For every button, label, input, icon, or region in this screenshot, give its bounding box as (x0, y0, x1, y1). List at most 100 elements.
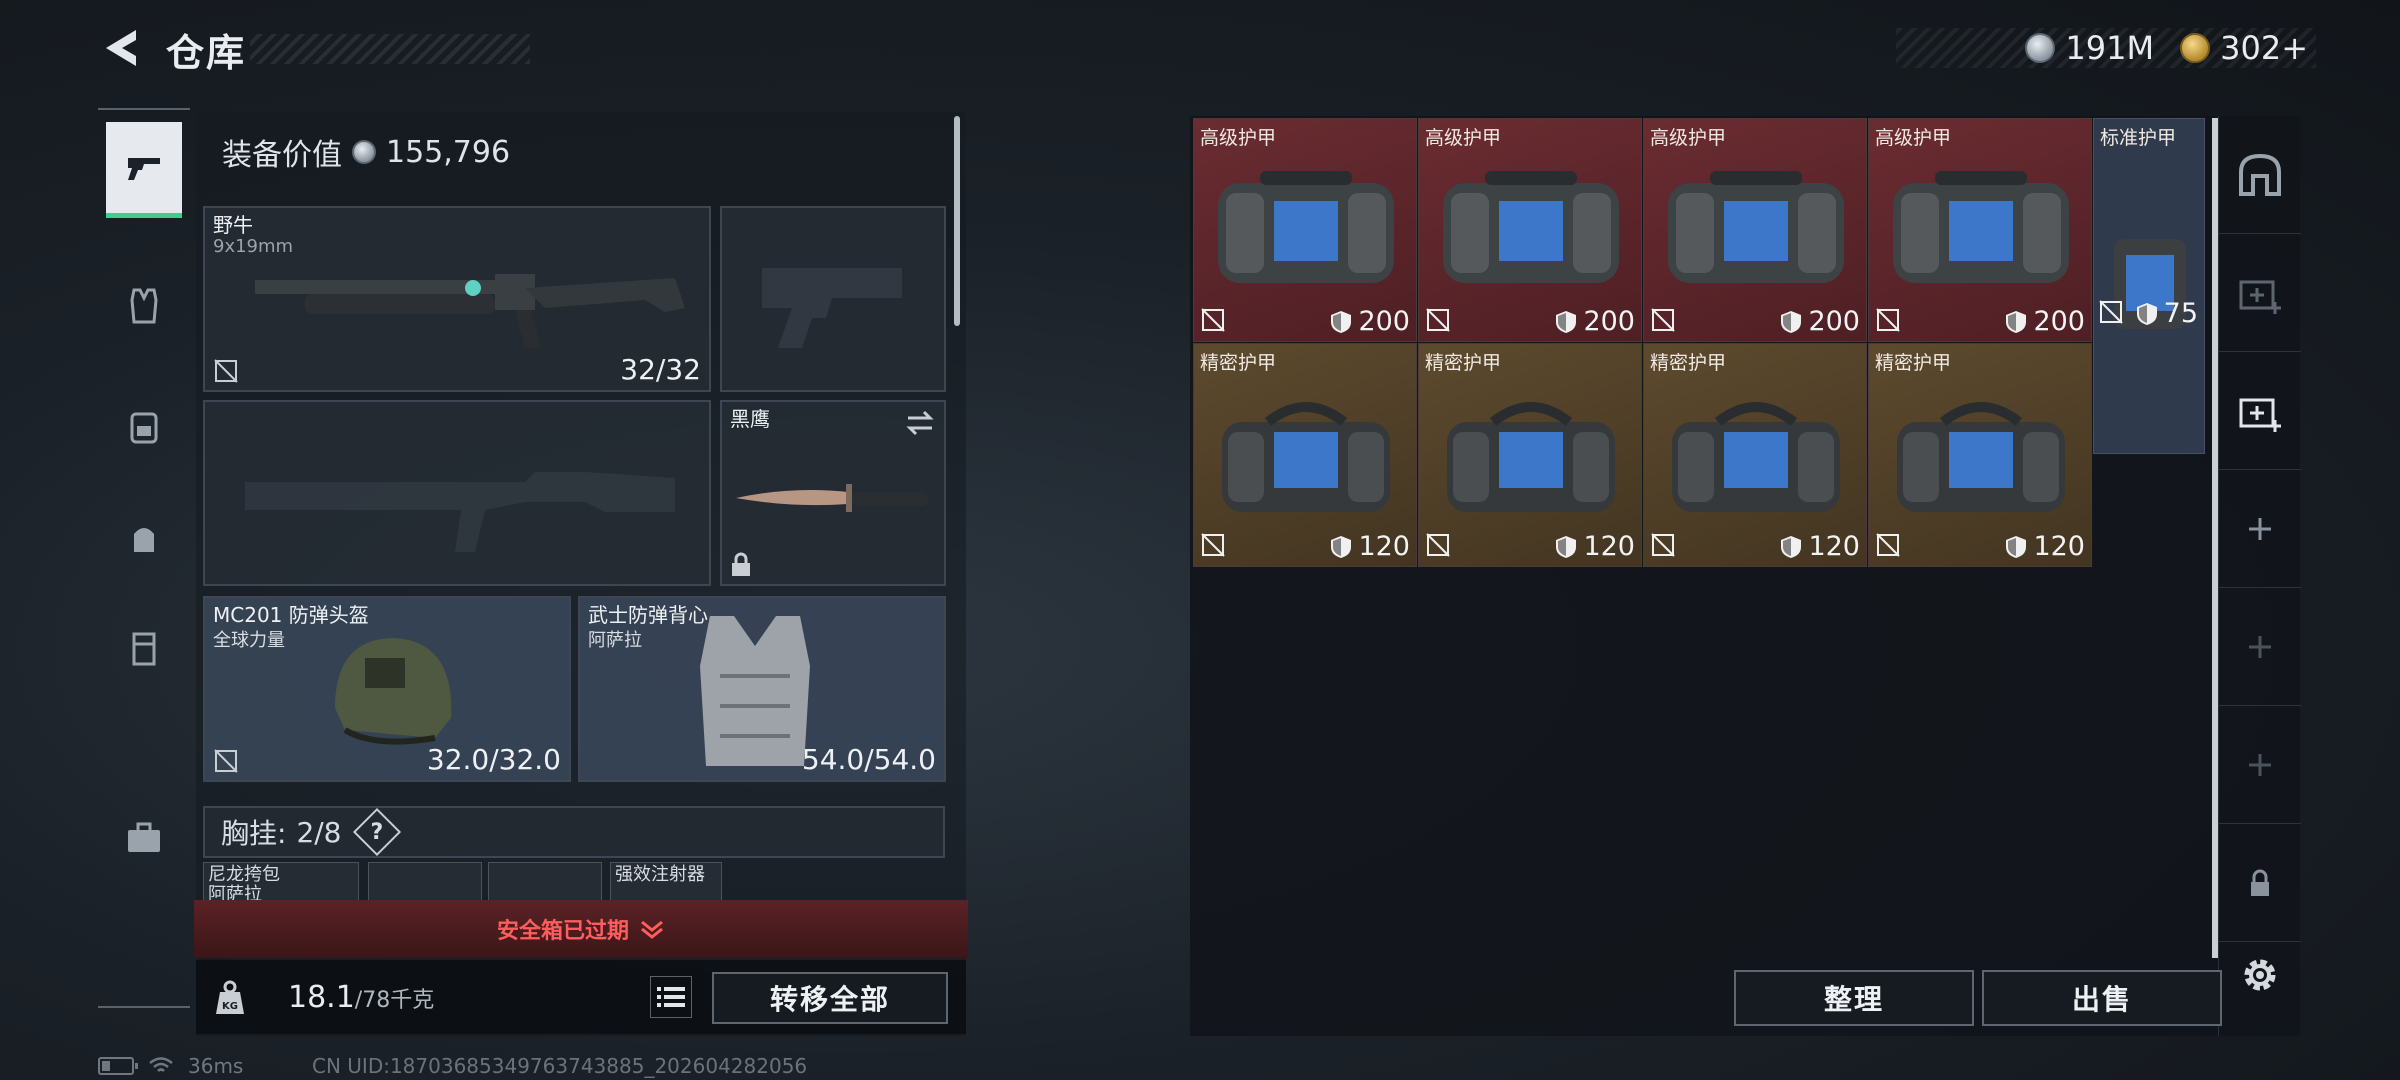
gear-icon (2244, 959, 2276, 991)
loadout-scrollbar[interactable] (954, 116, 960, 326)
tab-bag[interactable] (106, 490, 182, 586)
durability: 200 (2005, 306, 2085, 337)
uninsured-icon (2099, 300, 2123, 324)
chest-item-name: 强效注射器 (615, 864, 705, 885)
safebox-expired-banner[interactable]: 安全箱已过期 (194, 900, 968, 958)
uninsured-icon (214, 749, 238, 773)
transfer-all-button[interactable]: 转移全部 (712, 972, 948, 1024)
loadout-value-amount: 155,796 (386, 134, 511, 170)
gold-currency[interactable]: 302+ (2180, 29, 2308, 67)
shield-icon (2136, 302, 2157, 325)
case-icon (132, 632, 156, 666)
item-label: 精密护甲 (1650, 352, 1727, 374)
shield-icon (1556, 535, 1577, 558)
uninsured-icon (1426, 308, 1450, 332)
shield-icon (1331, 310, 1352, 333)
storage-item-standard-armor[interactable]: 标准护甲 75 (2093, 118, 2205, 454)
storage-tab-add-medical[interactable] (2219, 234, 2301, 352)
weight-icon: KG (216, 980, 244, 1014)
item-label: 标准护甲 (2100, 127, 2177, 149)
storage-item-precision-armor[interactable]: 精密护甲 120 (1868, 343, 2092, 567)
armor-brand: 阿萨拉 (588, 630, 642, 651)
weight-current: 18.1 (288, 980, 355, 1015)
shield-icon (1781, 310, 1802, 333)
primary-weapon-slot[interactable]: 野牛 9x19mm 32/32 (203, 206, 711, 392)
wifi-icon (149, 1057, 173, 1072)
lock-icon (2251, 869, 2269, 896)
item-label: 精密护甲 (1425, 352, 1502, 374)
chest-item-name: 尼龙挎包 (208, 864, 280, 885)
medkit-add-icon (2239, 398, 2281, 432)
storage-tab-add[interactable] (2219, 588, 2301, 706)
uninsured-icon (1876, 533, 1900, 557)
tab-backpack[interactable] (106, 378, 182, 474)
durability-value: 120 (2033, 531, 2085, 562)
item-label: 高级护甲 (1650, 127, 1727, 149)
smg-image (255, 274, 685, 348)
storage-item-precision-armor[interactable]: 精密护甲 120 (1418, 343, 1642, 567)
chest-rig-row: 胸挂: 2/8 ? (203, 806, 945, 858)
storage-item-precision-armor[interactable]: 精密护甲 120 (1193, 343, 1417, 567)
melee-slot[interactable]: 黑鹰 (720, 400, 946, 586)
armor-bag-image (1672, 402, 1840, 512)
chest-item-slot[interactable]: 尼龙挎包 阿萨拉 (203, 862, 359, 902)
uninsured-icon (1201, 308, 1225, 332)
status-bar: 36ms (98, 1054, 243, 1078)
tab-toolbox[interactable] (106, 790, 182, 886)
silver-currency[interactable]: 191M (2025, 29, 2154, 67)
vest-icon (130, 288, 158, 324)
sidearm-slot-empty[interactable] (720, 206, 946, 392)
sell-button[interactable]: 出售 (1982, 970, 2222, 1026)
plus-icon (2249, 753, 2271, 776)
storage-item-advanced-armor[interactable]: 高级护甲 200 (1643, 118, 1867, 342)
svg-text:KG: KG (222, 1001, 238, 1012)
list-view-button[interactable] (650, 976, 692, 1018)
double-chevron-down-icon (641, 920, 663, 939)
storage-item-precision-armor[interactable]: 精密护甲 120 (1643, 343, 1867, 567)
storage-tab-add[interactable] (2219, 470, 2301, 588)
safebox-status-text: 安全箱已过期 (496, 919, 629, 944)
tab-armor[interactable] (106, 258, 182, 354)
chest-item-slot-empty[interactable] (488, 862, 602, 902)
plus-icon (2249, 635, 2271, 658)
item-label: 高级护甲 (1200, 127, 1277, 149)
durability-value: 120 (1808, 531, 1860, 562)
storage-item-advanced-armor[interactable]: 高级护甲 200 (1193, 118, 1417, 342)
knife-image (736, 484, 928, 512)
currency-bar: 191M 302+ (1896, 28, 2316, 68)
plus-icon (2249, 517, 2271, 540)
item-label: 精密护甲 (1200, 352, 1277, 374)
armor-bag-image (1668, 171, 1844, 283)
helmet-slot[interactable]: MC201 防弹头盔 全球力量 32.0/32.0 (203, 596, 571, 782)
pistol-icon (128, 157, 160, 180)
tab-container[interactable] (106, 600, 182, 696)
help-button[interactable]: ? (352, 807, 401, 857)
secondary-weapon-slot-empty[interactable] (203, 400, 711, 586)
gold-coin-icon (2180, 33, 2211, 63)
armor-bag-image (1443, 171, 1619, 283)
body-armor-slot[interactable]: 武士防弹背心 阿萨拉 54.0/54.0 (578, 596, 946, 782)
settings-button[interactable] (2219, 916, 2301, 1034)
swap-icon[interactable] (904, 410, 936, 436)
back-button[interactable] (96, 22, 148, 74)
sort-button[interactable]: 整理 (1734, 970, 1974, 1026)
storage-item-advanced-armor[interactable]: 高级护甲 200 (1868, 118, 2092, 342)
rifle-silhouette-icon (245, 472, 675, 552)
chest-rig-count: 2/8 (296, 815, 342, 849)
uninsured-icon (1876, 308, 1900, 332)
storage-tab-add-medical-active[interactable] (2219, 352, 2301, 470)
storage-sidebar (2218, 116, 2301, 1036)
shield-icon (2006, 535, 2027, 558)
silver-amount: 191M (2065, 29, 2155, 67)
uninsured-icon (1201, 533, 1225, 557)
storage-item-advanced-armor[interactable]: 高级护甲 200 (1418, 118, 1642, 342)
chest-item-slot[interactable]: 强效注射器 (610, 862, 722, 902)
storage-tab-add[interactable] (2219, 706, 2301, 824)
tab-weapons[interactable] (106, 122, 182, 218)
armor-durability: 54.0/54.0 (801, 743, 936, 776)
durability-value: 120 (1583, 531, 1635, 562)
title-stripe (250, 34, 530, 64)
chest-item-slot-empty[interactable] (368, 862, 482, 902)
durability-value: 200 (2033, 306, 2085, 337)
storage-tab-home[interactable] (2219, 116, 2301, 234)
